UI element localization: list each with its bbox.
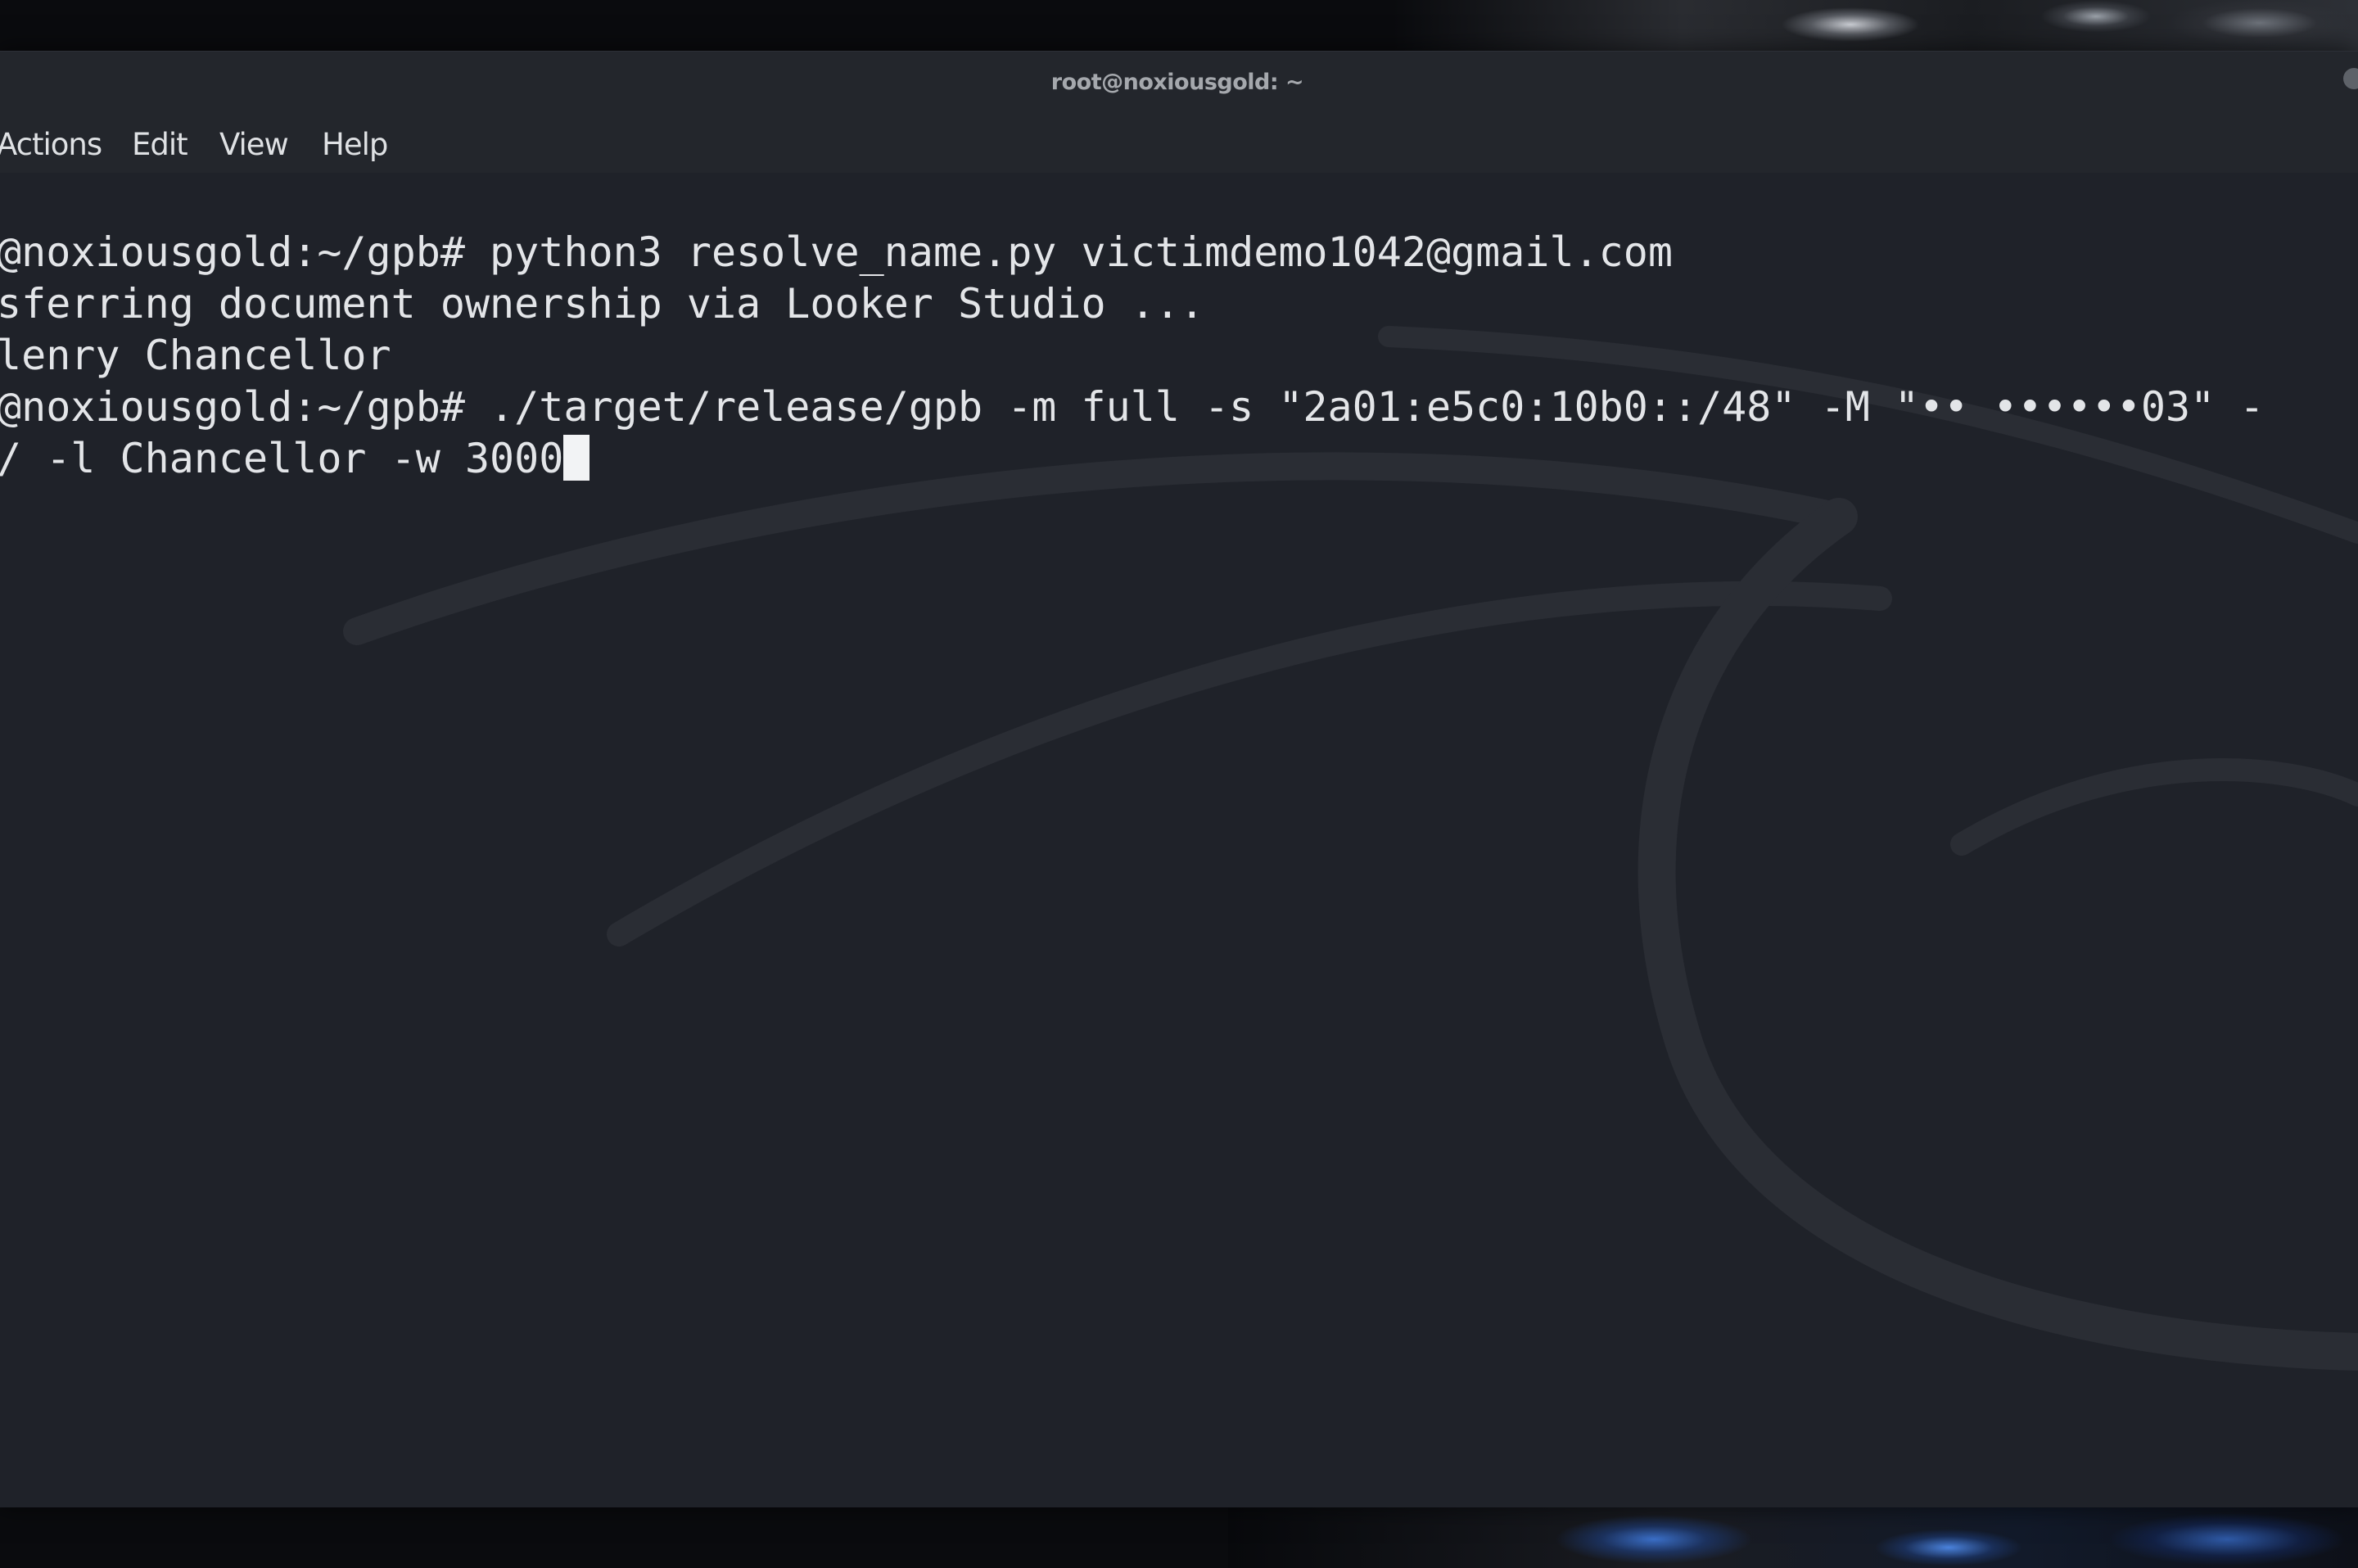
wallpaper-top-strip xyxy=(1392,0,2358,51)
menu-item-edit[interactable]: Edit xyxy=(132,127,188,162)
text-cursor xyxy=(563,435,590,481)
menu-bar: Actions Edit View Help xyxy=(0,117,2358,173)
window-titlebar[interactable]: root@noxiousgold: ~ xyxy=(0,52,2358,117)
window-title: root@noxiousgold: ~ xyxy=(1050,70,1304,95)
wallpaper-bottom-strip xyxy=(1228,1507,2358,1568)
menu-item-view[interactable]: View xyxy=(219,127,289,162)
terminal-window[interactable]: root@noxiousgold: ~ Actions Edit View He… xyxy=(0,51,2358,1507)
terminal-input-text: / -l Chancellor -w 3000 xyxy=(0,435,564,482)
terminal-output-area[interactable]: @noxiousgold:~/gpb# python3 resolve_name… xyxy=(0,173,2358,1507)
terminal-line: sferring document ownership via Looker S… xyxy=(0,280,1205,328)
desktop-background: root@noxiousgold: ~ Actions Edit View He… xyxy=(0,0,2358,1568)
terminal-current-line[interactable]: / -l Chancellor -w 3000 xyxy=(0,433,590,485)
terminal-line: lenry Chancellor xyxy=(0,332,391,379)
menu-item-actions[interactable]: Actions xyxy=(0,127,102,162)
terminal-line: @noxiousgold:~/gpb# python3 resolve_name… xyxy=(0,228,1673,276)
terminal-line: @noxiousgold:~/gpb# ./target/release/gpb… xyxy=(0,383,2265,431)
menu-item-help[interactable]: Help xyxy=(322,127,388,162)
